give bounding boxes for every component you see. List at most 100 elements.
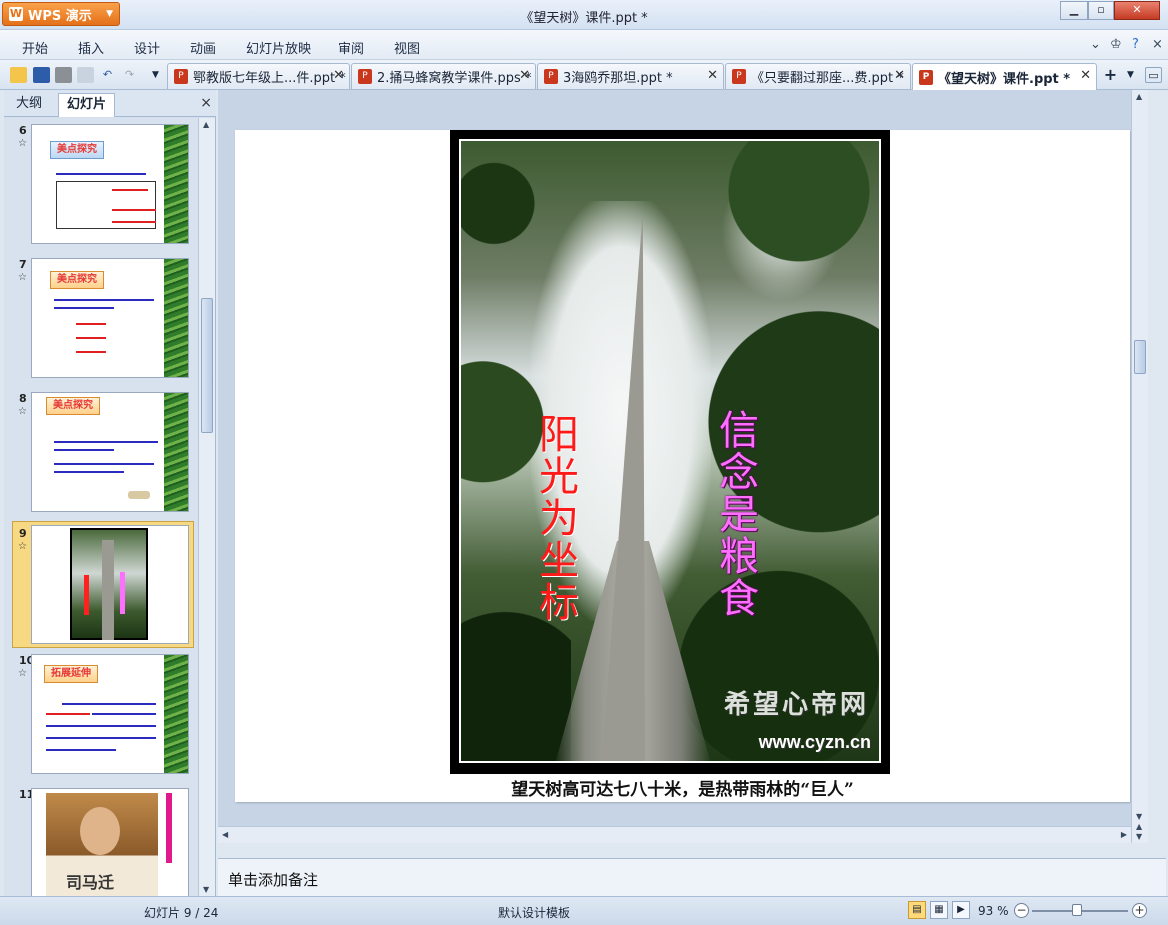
slideshow-view-icon[interactable]: ▶ — [952, 901, 970, 919]
slide-thumb-11[interactable]: 11 司马迁 — [4, 788, 198, 896]
quick-access-toolbar: ↶ ↷ ▼ P 鄂教版七年级上...件.ppt * ✕ P 2.捅马蜂窝教学课件… — [0, 60, 1168, 90]
tree-photo-frame[interactable]: 阳光为坐标 信念是粮食 希望心帝网 www.cyzn.cn — [450, 130, 890, 774]
menu-slideshow[interactable]: 幻灯片放映 — [246, 38, 311, 57]
window-title: 《望天树》课件.ppt * — [520, 11, 648, 26]
new-tab-icon[interactable]: + — [1102, 67, 1119, 83]
slide-thumbnail: 美点探究 — [31, 124, 189, 244]
tab-close-icon[interactable]: ✕ — [707, 68, 718, 83]
customize-toolbar-icon[interactable]: ▼ — [147, 67, 164, 83]
scrollbar-thumb[interactable] — [201, 298, 213, 433]
thumb-red-text — [76, 323, 106, 325]
slide-edit-area: 阳光为坐标 信念是粮食 希望心帝网 www.cyzn.cn 望天树高可达七八十米… — [218, 90, 1148, 843]
menu-home[interactable]: 开始 — [22, 38, 48, 57]
zoom-in-button[interactable]: + — [1132, 903, 1147, 918]
scroll-up-icon[interactable]: ▲ — [203, 120, 209, 129]
ppt-file-icon: P — [174, 69, 188, 84]
thumb-red-text — [76, 337, 106, 339]
slide-sorter-view-icon[interactable]: ▦ — [930, 901, 948, 919]
next-slide-icon[interactable]: ▼ — [1136, 832, 1142, 841]
close-panel-icon[interactable]: × — [200, 95, 212, 111]
scroll-down-icon[interactable]: ▼ — [203, 885, 209, 894]
animation-star-icon: ☆ — [18, 406, 27, 417]
slide-thumb-8[interactable]: 8 ☆ 美点探究 — [4, 392, 198, 520]
zoom-slider-knob[interactable] — [1072, 904, 1082, 916]
status-bar: 幻灯片 9 / 24 默认设计模板 ▤ ▦ ▶ 93 % − + — [0, 896, 1168, 925]
tab-list-icon[interactable]: ▼ — [1122, 67, 1139, 83]
tab-document-1[interactable]: P 鄂教版七年级上...件.ppt * ✕ — [167, 63, 350, 89]
ribbon-collapse-icon[interactable]: ⌄ — [1090, 37, 1101, 52]
tab-document-2[interactable]: P 2.捅马蜂窝教学课件.pps * ✕ — [351, 63, 536, 89]
photo-watermark: 希望心帝网 — [723, 690, 869, 720]
scroll-up-icon[interactable]: ▲ — [1136, 92, 1142, 101]
thumb-red-text — [112, 189, 148, 191]
slide-left-vertical-text[interactable]: 阳光为坐标 — [532, 413, 578, 623]
slide-right-vertical-text[interactable]: 信念是粮食 — [712, 409, 758, 619]
menu-view[interactable]: 视图 — [394, 38, 420, 57]
slide-caption[interactable]: 望天树高可达七八十米，是热带雨林的“巨人” — [235, 775, 1130, 800]
thumb-red-text — [112, 221, 156, 223]
slide-thumb-9-selected[interactable]: 9 ☆ — [4, 521, 198, 648]
slide-thumbnail-list: 6 ☆ 美点探究 7 ☆ 美点探究 8 ☆ 美点探究 9 ☆ 10 ☆ 拓展延伸… — [4, 118, 198, 896]
menu-review[interactable]: 审阅 — [338, 38, 364, 57]
menu-insert[interactable]: 插入 — [78, 38, 104, 57]
thumb-vertical-text — [166, 793, 172, 863]
tab-outline[interactable]: 大纲 — [8, 93, 50, 117]
minimize-button[interactable]: ▁ — [1060, 1, 1088, 20]
redo-icon[interactable]: ↷ — [121, 67, 138, 83]
thumb-banner: 美点探究 — [50, 271, 104, 289]
menu-animation[interactable]: 动画 — [190, 38, 216, 57]
close-doc-icon[interactable]: × — [1152, 37, 1163, 52]
edit-vertical-scrollbar[interactable]: ▲ ▼ ▲ ▼ — [1131, 90, 1148, 843]
slide-thumb-7[interactable]: 7 ☆ 美点探究 — [4, 258, 198, 386]
save-icon[interactable] — [33, 67, 50, 83]
scroll-right-icon[interactable]: ▶ — [1121, 830, 1127, 839]
thumb-pink-vertical-text — [120, 572, 125, 614]
print-preview-icon[interactable] — [77, 67, 94, 83]
notes-pane[interactable]: 单击添加备注 — [218, 858, 1166, 896]
tab-close-icon[interactable]: ✕ — [1080, 68, 1091, 83]
slide-canvas[interactable]: 阳光为坐标 信念是粮食 希望心帝网 www.cyzn.cn 望天树高可达七八十米… — [235, 130, 1130, 802]
tab-document-4[interactable]: P 《只要翻过那座...费.ppt * ✕ — [725, 63, 911, 89]
tab-document-5-active[interactable]: P 《望天树》课件.ppt * ✕ — [912, 63, 1097, 90]
ppt-file-icon: P — [732, 69, 746, 84]
help-icon[interactable]: ? — [1132, 37, 1139, 52]
fern-decoration — [164, 393, 188, 511]
thumb-name-text: 司马迁 — [66, 873, 115, 892]
window-layout-icon[interactable]: ▭ — [1145, 67, 1162, 83]
prev-slide-icon[interactable]: ▲ — [1136, 822, 1142, 831]
tab-document-3[interactable]: P 3海鸥乔那坦.ppt * ✕ — [537, 63, 724, 89]
print-icon[interactable] — [55, 67, 72, 83]
slide-thumb-10[interactable]: 10 ☆ 拓展延伸 — [4, 654, 198, 782]
design-template-name: 默认设计模板 — [498, 906, 571, 920]
maximize-button[interactable]: ▫ — [1088, 1, 1114, 20]
zoom-level: 93 % — [978, 904, 1009, 918]
menu-bar: 开始 插入 设计 动画 幻灯片放映 审阅 视图 ⌄ ♔ ? × — [0, 30, 1168, 60]
photo-watermark-url: www.cyzn.cn — [758, 732, 871, 752]
slide-thumbnail: 美点探究 — [31, 258, 189, 378]
ppt-file-icon: P — [919, 69, 933, 85]
tab-slides[interactable]: 幻灯片 — [58, 93, 116, 117]
tab-close-icon[interactable]: ✕ — [894, 68, 905, 83]
notes-placeholder[interactable]: 单击添加备注 — [228, 869, 318, 890]
scroll-down-icon[interactable]: ▼ — [1136, 812, 1142, 821]
close-window-button[interactable]: ✕ — [1114, 1, 1160, 20]
zoom-out-button[interactable]: − — [1014, 903, 1029, 918]
panel-scrollbar[interactable]: ▲ ▼ — [198, 118, 215, 896]
scrollbar-thumb[interactable] — [1134, 340, 1146, 374]
slide-thumb-6[interactable]: 6 ☆ 美点探究 — [4, 124, 198, 252]
title-bar: W WPS 演示 ▼ 《望天树》课件.ppt * ▁ ▫ ✕ — [0, 0, 1168, 30]
normal-view-icon[interactable]: ▤ — [908, 901, 926, 919]
slide-thumbnail: 司马迁 — [31, 788, 189, 896]
fern-decoration — [164, 655, 188, 773]
tab-label: 2.捅马蜂窝教学课件.pps * — [377, 71, 532, 86]
edit-horizontal-scrollbar[interactable]: ◀ ▶ — [218, 826, 1131, 843]
undo-icon[interactable]: ↶ — [99, 67, 116, 83]
open-icon[interactable] — [10, 67, 27, 83]
skin-icon[interactable]: ♔ — [1110, 37, 1122, 52]
slide-number: 6 — [19, 124, 27, 137]
tab-close-icon[interactable]: ✕ — [333, 68, 344, 83]
thumb-face — [80, 807, 120, 855]
scroll-left-icon[interactable]: ◀ — [222, 830, 228, 839]
tab-close-icon[interactable]: ✕ — [519, 68, 530, 83]
menu-design[interactable]: 设计 — [134, 38, 160, 57]
